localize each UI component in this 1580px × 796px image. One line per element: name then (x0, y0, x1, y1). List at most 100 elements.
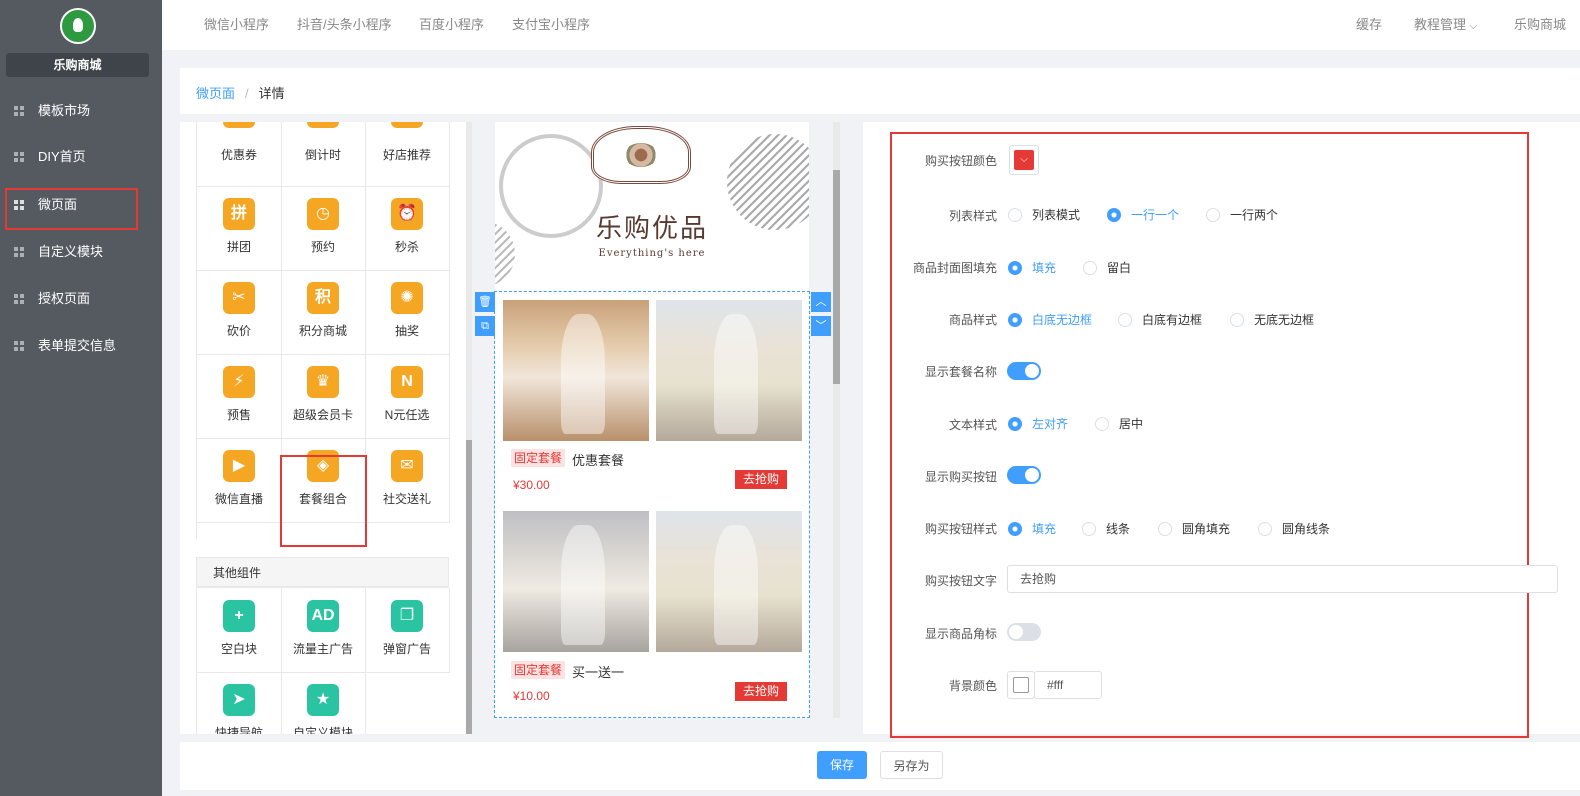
show-name-toggle[interactable] (1007, 362, 1041, 380)
tutorial-menu[interactable]: 教程管理 ⌵ (1414, 0, 1477, 50)
radio-blank[interactable]: 留白 (1083, 260, 1131, 276)
sidebar-item-custom-module[interactable]: 自定义模块 (0, 232, 162, 272)
radio-fill[interactable]: 填充 (1008, 260, 1056, 276)
bg-color-input[interactable]: #fff (1034, 671, 1102, 699)
radio-list-mode[interactable]: 列表模式 (1008, 207, 1080, 223)
radio-btn-round-line[interactable]: 圆角线条 (1258, 521, 1330, 537)
radio-btn-fill[interactable]: 填充 (1008, 521, 1056, 537)
sidebar-item-label: 授权页面 (38, 291, 91, 306)
component-crown[interactable]: ♛ 超级会员卡 (281, 354, 366, 439)
component-alarm-clock[interactable]: ⏰ 秒杀 (365, 186, 450, 271)
shop-menu[interactable]: 乐购商城 (1514, 0, 1566, 50)
blank-block-icon: + (223, 600, 255, 632)
library-scroll-thumb[interactable] (466, 440, 472, 734)
component-price-tag[interactable]: ✂ 砍价 (197, 270, 282, 355)
save-as-button[interactable]: 另存为 (880, 751, 943, 779)
grid-icon (14, 247, 24, 257)
radio-btn-round-fill[interactable]: 圆角填充 (1158, 521, 1230, 537)
sidebar-item-auth-page[interactable]: 授权页面 (0, 279, 162, 319)
component-label: 超级会员卡 (292, 408, 353, 422)
buy-style-label: 购买按钮样式 (924, 522, 997, 536)
component-blank-block[interactable]: + 空白块 (197, 588, 282, 673)
component-label: 砍价 (226, 324, 251, 338)
show-name-label: 显示套餐名称 (924, 365, 997, 379)
component-gift[interactable]: ✉ 社交送礼 (365, 438, 450, 523)
grid-icon (14, 294, 24, 304)
radio-no-bg-no-border[interactable]: 无底无边框 (1230, 312, 1314, 328)
component-popup-ad[interactable]: ❐ 弹窗广告 (365, 588, 450, 673)
brand-name: 乐购商城 (6, 53, 149, 77)
copy-icon[interactable]: ⧉ (475, 316, 495, 336)
bg-color-picker[interactable] (1007, 671, 1035, 699)
component-custom-module[interactable]: ★ 自定义模块 (281, 672, 366, 734)
library-scrollbar[interactable] (466, 122, 472, 734)
component-hourglass[interactable]: ⧗ 倒计时 (281, 122, 366, 187)
radio-white-border[interactable]: 白底有边框 (1118, 312, 1202, 328)
tab-baidu-miniprogram[interactable]: 百度小程序 (419, 0, 484, 50)
chevron-down-icon: ⌵ (1469, 21, 1478, 32)
component-label: 流量主广告 (292, 642, 353, 656)
shop-icon: ⌂ (391, 122, 423, 128)
move-up-icon[interactable]: ︿ (811, 292, 831, 312)
component-presale-calendar[interactable]: ⚡ 预售 (197, 354, 282, 439)
tab-alipay-miniprogram[interactable]: 支付宝小程序 (512, 0, 590, 50)
cache-link[interactable]: 缓存 (1356, 0, 1382, 50)
cover-fill-label: 商品封面图填充 (912, 261, 997, 275)
component-label: 优惠券 (220, 148, 257, 162)
component-group-buy[interactable]: 拼拼团 (197, 186, 282, 271)
grid-icon (14, 106, 24, 116)
radio-white-no-border[interactable]: 白底无边框 (1008, 312, 1092, 328)
component-paper-plane[interactable]: ➤ 快捷导航 (197, 672, 282, 734)
show-badge-toggle[interactable] (1007, 623, 1041, 641)
radio-btn-line[interactable]: 线条 (1082, 521, 1130, 537)
show-badge-label: 显示商品角标 (924, 627, 997, 641)
grid-icon (14, 341, 24, 351)
radio-two-per-row[interactable]: 一行两个 (1206, 207, 1278, 223)
breadcrumb-link[interactable]: 微页面 (196, 86, 235, 101)
buy-btn-color-picker[interactable]: ⌵ (1009, 145, 1039, 175)
component-live-tv[interactable]: ▶ 微信直播 (197, 438, 282, 523)
live-tv-icon: ▶ (223, 450, 255, 482)
sidebar-item-diy-home[interactable]: DIY首页 (0, 137, 162, 177)
component-label: 社交送礼 (382, 492, 431, 506)
grid-icon (14, 152, 24, 162)
top-nav: 微信小程序 抖音/头条小程序 百度小程序 支付宝小程序 缓存 教程管理 ⌵ 乐购… (162, 0, 1580, 50)
component-n-yuan[interactable]: N N元任选 (365, 354, 450, 439)
component-lottery-wheel[interactable]: ✺ 抽奖 (365, 270, 450, 355)
breadcrumb: 微页面 / 详情 (196, 83, 285, 102)
custom-module-icon: ★ (307, 684, 339, 716)
move-down-icon[interactable]: ﹀ (811, 316, 831, 336)
component-coupon[interactable]: ¥ 优惠券 (197, 122, 282, 187)
save-button[interactable]: 保存 (817, 751, 867, 779)
radio-align-center[interactable]: 居中 (1095, 416, 1143, 432)
buy-text-input[interactable]: 去抢购 (1007, 565, 1558, 593)
gift-icon: ✉ (391, 450, 423, 482)
goods-style-label: 商品样式 (948, 313, 997, 327)
tab-douyin-miniprogram[interactable]: 抖音/头条小程序 (297, 0, 392, 50)
component-shop[interactable]: ⌂ 好店推荐 (365, 122, 450, 187)
buy-text-label: 购买按钮文字 (924, 574, 997, 588)
sidebar: 乐购商城 模板市场 DIY首页 微页面 自定义模块 授权页面 表单提交信息 (0, 0, 162, 796)
radio-align-left[interactable]: 左对齐 (1008, 416, 1068, 432)
price-tag-icon: ✂ (223, 282, 255, 314)
breadcrumb-separator: / (245, 86, 249, 101)
component-ad[interactable]: AD 流量主广告 (281, 588, 366, 673)
show-buy-toggle[interactable] (1007, 466, 1041, 484)
component-label: 拼团 (226, 240, 251, 254)
popup-ad-icon: ❐ (391, 600, 423, 632)
component-calendar-clock[interactable]: ◷ 预约 (281, 186, 366, 271)
radio-one-per-row[interactable]: 一行一个 (1107, 207, 1179, 223)
sidebar-item-form-submissions[interactable]: 表单提交信息 (0, 326, 162, 366)
text-style-label: 文本样式 (948, 418, 997, 432)
presale-calendar-icon: ⚡ (223, 366, 255, 398)
component-label: 倒计时 (304, 148, 341, 162)
component-label: 积分商城 (298, 324, 347, 338)
tab-wechat-miniprogram[interactable]: 微信小程序 (204, 0, 269, 50)
component-points[interactable]: 积积分商城 (281, 270, 366, 355)
delete-icon[interactable]: 🗑 (475, 292, 495, 312)
banner-title: 乐购优品 (595, 214, 708, 244)
component-label: 预售 (226, 408, 251, 422)
preview-scrollbar[interactable] (833, 122, 840, 718)
preview-scroll-thumb[interactable] (833, 170, 840, 384)
sidebar-item-template-market[interactable]: 模板市场 (0, 91, 162, 131)
